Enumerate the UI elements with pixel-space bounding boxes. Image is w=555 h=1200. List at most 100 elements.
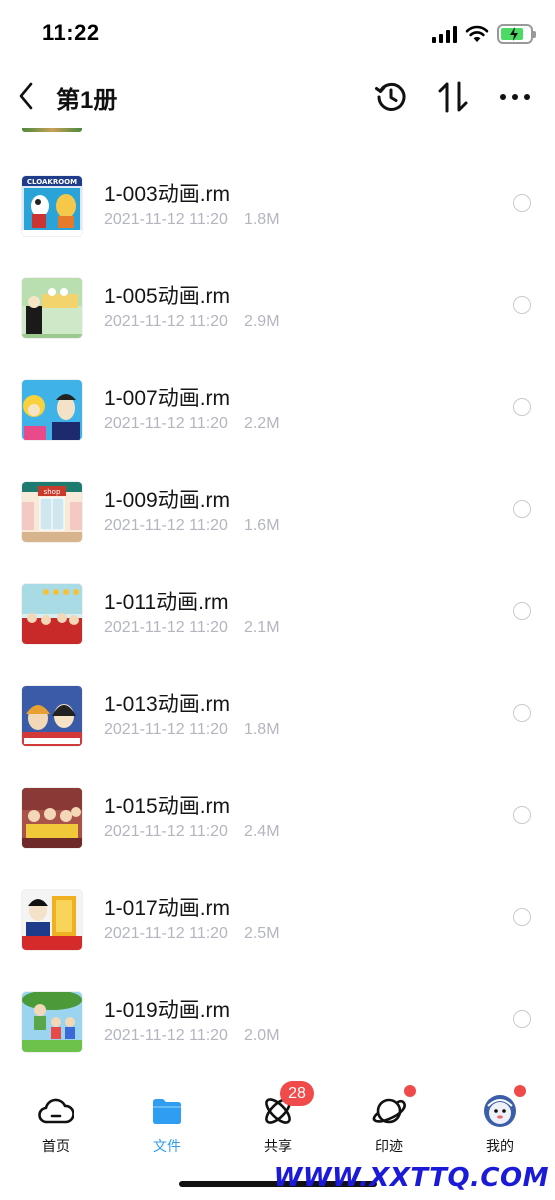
file-row[interactable]: 1-015动画.rm 2021-11-12 11:20 2.4M: [0, 788, 555, 890]
file-size: 1.6M: [243, 517, 280, 534]
tab-home[interactable]: 首页: [16, 1085, 96, 1155]
file-date: 2021-11-12 11:20: [104, 211, 228, 228]
file-row[interactable]: shop 1-009动画.rm 2021-11-12 11:20 1.6M: [0, 482, 555, 584]
tab-files[interactable]: 文件: [127, 1085, 207, 1155]
file-row[interactable]: 1-019动画.rm 2021-11-12 11:20 2.0M: [0, 992, 555, 1068]
file-thumbnail: [22, 278, 82, 338]
file-meta: 2021-11-12 11:20 1.6M: [104, 517, 280, 535]
file-meta: 2021-11-12 11:20 2.2M: [104, 415, 280, 433]
file-meta: 2021-11-12 11:20 2.5M: [104, 925, 280, 943]
file-row[interactable]: 1-011动画.rm 2021-11-12 11:20 2.1M: [0, 584, 555, 686]
select-radio[interactable]: [513, 398, 531, 416]
file-row[interactable]: 1-013动画.rm 2021-11-12 11:20 1.8M: [0, 686, 555, 788]
file-name: 1-019动画.rm: [104, 999, 231, 1022]
tab-label: 文件: [153, 1138, 181, 1154]
file-meta: 2021-11-12 11:20 1.8M: [104, 211, 280, 229]
file-size: 2.2M: [243, 415, 280, 432]
file-row[interactable]: 1-007动画.rm 2021-11-12 11:20 2.2M: [0, 380, 555, 482]
file-size: 2.9M: [243, 313, 280, 330]
chevron-left-icon: [19, 82, 33, 110]
file-size: 1.8M: [243, 721, 280, 738]
file-thumbnail: [22, 584, 82, 644]
partial-thumbnail: [22, 128, 82, 132]
file-row[interactable]: CLOAKROOM 1-003动画.rm 2021-11-12 11:20 1.…: [0, 176, 555, 278]
battery-level: [501, 27, 523, 41]
file-name: 1-013动画.rm: [104, 693, 231, 716]
battery-icon: [497, 24, 536, 44]
select-radio[interactable]: [513, 602, 531, 620]
history-icon: [375, 82, 406, 111]
file-date: 2021-11-12 11:20: [104, 925, 228, 942]
file-size: 2.5M: [243, 925, 280, 942]
more-icon: [500, 94, 530, 100]
file-name: 1-003动画.rm: [104, 183, 231, 206]
nav-actions: [373, 78, 533, 116]
file-date: 2021-11-12 11:20: [104, 313, 228, 330]
planet-icon: [371, 1093, 407, 1129]
file-size: 2.1M: [243, 619, 280, 636]
select-radio[interactable]: [513, 500, 531, 518]
file-row[interactable]: 1-017动画.rm 2021-11-12 11:20 2.5M: [0, 890, 555, 992]
file-thumbnail: [22, 890, 82, 950]
file-meta: 2021-11-12 11:20 2.9M: [104, 313, 280, 331]
share-badge: 28: [280, 1081, 314, 1106]
file-date: 2021-11-12 11:20: [104, 1027, 228, 1044]
file-name: 1-007动画.rm: [104, 387, 231, 410]
file-date: 2021-11-12 11:20: [104, 517, 228, 534]
select-radio[interactable]: [513, 1010, 531, 1028]
signal-icon: [432, 25, 457, 43]
sort-icon: [438, 81, 468, 113]
select-radio[interactable]: [513, 704, 531, 722]
notification-dot: [514, 1085, 526, 1097]
page-title: 第1册: [56, 87, 118, 114]
file-meta: 2021-11-12 11:20 2.1M: [104, 619, 280, 637]
file-thumbnail: shop: [22, 482, 82, 542]
file-thumbnail: [22, 380, 82, 440]
file-thumbnail: [22, 992, 82, 1052]
notification-dot: [404, 1085, 416, 1097]
nav-bar: 第1册: [0, 66, 555, 128]
select-radio[interactable]: [513, 908, 531, 926]
tab-share[interactable]: 28 共享: [238, 1081, 318, 1155]
file-thumbnail: [22, 686, 82, 746]
cloud-icon: [38, 1093, 74, 1129]
file-size: 1.8M: [243, 211, 280, 228]
sort-button[interactable]: [435, 79, 471, 115]
file-name: 1-005动画.rm: [104, 285, 231, 308]
file-date: 2021-11-12 11:20: [104, 721, 228, 738]
watermark: WWW.XXTTQ.COM: [273, 1163, 549, 1193]
status-bar: 11:22: [0, 0, 555, 66]
file-name: 1-011动画.rm: [104, 591, 229, 614]
tab-label: 首页: [42, 1138, 70, 1154]
file-size: 2.0M: [243, 1027, 280, 1044]
tab-label: 共享: [264, 1138, 292, 1154]
back-button[interactable]: [12, 78, 40, 114]
status-icons: [432, 22, 536, 46]
file-list[interactable]: CLOAKROOM 1-003动画.rm 2021-11-12 11:20 1.…: [0, 128, 555, 1068]
file-name: 1-015动画.rm: [104, 795, 231, 818]
select-radio[interactable]: [513, 194, 531, 212]
file-name: 1-017动画.rm: [104, 897, 231, 920]
svg-text:CLOAKROOM: CLOAKROOM: [27, 178, 77, 186]
history-button[interactable]: [373, 79, 409, 115]
file-meta: 2021-11-12 11:20 2.0M: [104, 1027, 280, 1045]
file-name: 1-009动画.rm: [104, 489, 231, 512]
file-thumbnail: CLOAKROOM: [22, 176, 82, 236]
avatar-icon: [482, 1093, 518, 1129]
svg-text:shop: shop: [44, 488, 61, 496]
select-radio[interactable]: [513, 806, 531, 824]
tab-traces[interactable]: 印迹: [349, 1085, 429, 1155]
file-date: 2021-11-12 11:20: [104, 415, 228, 432]
file-meta: 2021-11-12 11:20 1.8M: [104, 721, 280, 739]
more-button[interactable]: [497, 79, 533, 115]
tab-label: 我的: [486, 1138, 514, 1154]
file-row[interactable]: 1-005动画.rm 2021-11-12 11:20 2.9M: [0, 278, 555, 380]
folder-icon: [149, 1093, 185, 1129]
tab-label: 印迹: [375, 1138, 403, 1154]
tab-me[interactable]: 我的: [460, 1085, 540, 1155]
file-date: 2021-11-12 11:20: [104, 823, 228, 840]
wifi-icon: [465, 25, 489, 42]
file-date: 2021-11-12 11:20: [104, 619, 228, 636]
file-size: 2.4M: [243, 823, 280, 840]
select-radio[interactable]: [513, 296, 531, 314]
